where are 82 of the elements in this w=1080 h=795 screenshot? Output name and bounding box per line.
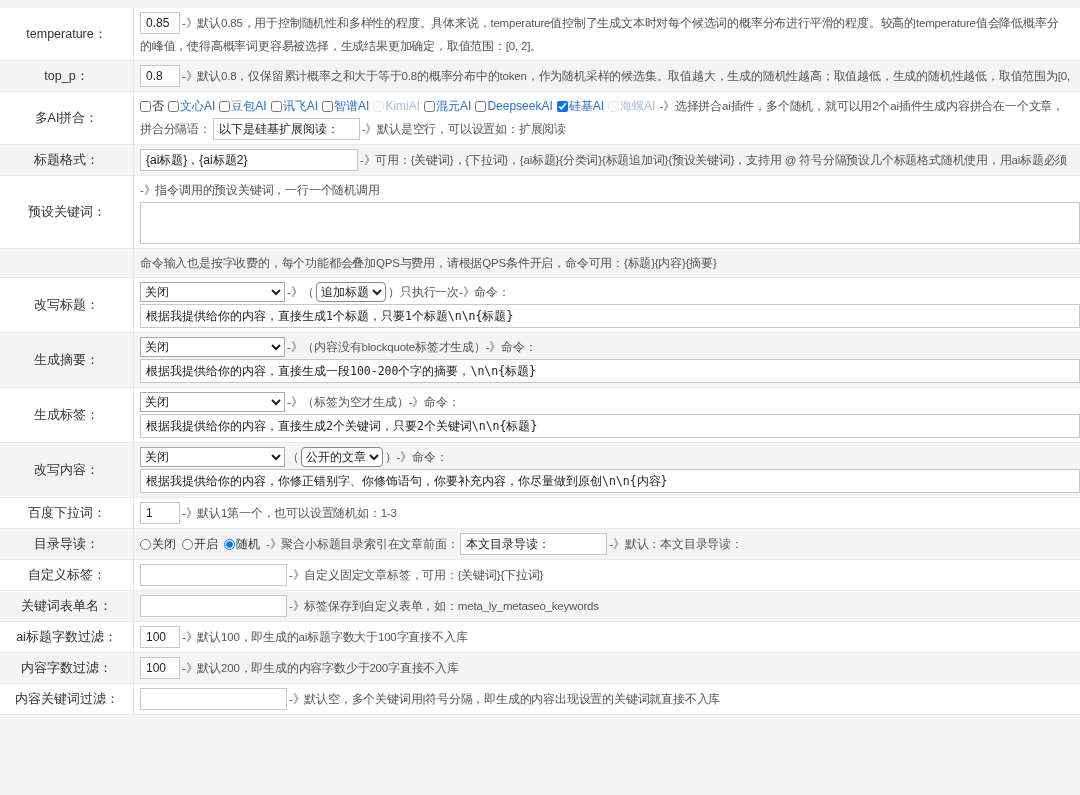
command-field[interactable]: 根据我提供给你的内容，直接生成1个标题，只要1个标题\n\n{标题} xyxy=(140,304,1080,328)
checkbox[interactable] xyxy=(270,100,282,112)
field-label: top_p： xyxy=(44,67,89,85)
text-field[interactable]: {ai标题}，{ai标题2} xyxy=(140,149,358,171)
field-label: 生成标签： xyxy=(34,406,99,424)
option-link[interactable]: 智谱AI xyxy=(334,97,370,115)
field-label: 关键词表单名： xyxy=(21,597,112,615)
field-label: 多AI拼合： xyxy=(34,109,99,127)
hint-text: -》可用：{关键词}，{下拉词}，{ai标题}{分类词}{标题追加词}{预设关键词}，支持用 @ 符号分隔预设几个标题格式随机使用，用ai标题必须 xyxy=(360,152,1068,168)
hint-text: （ xyxy=(287,449,299,465)
command-field[interactable]: 根据我提供给你的内容，你修正错别字、你修饰语句，你要补充内容，你尽量做到原创\n\n{内容} xyxy=(140,469,1080,493)
text-field[interactable]: 0.8 xyxy=(140,65,180,87)
hint-text: -》（ xyxy=(287,284,315,300)
hint-text: -》默认是空行，可以设置如：扩展阅读 xyxy=(361,121,567,137)
dropdown[interactable]: 关闭 xyxy=(140,337,285,357)
field-label: 内容关键词过滤： xyxy=(14,690,119,708)
dropdown[interactable]: 关闭 xyxy=(140,282,285,302)
field-label: 标题格式： xyxy=(34,151,99,169)
option-link[interactable]: 硅基AI xyxy=(568,97,605,115)
dropdown[interactable]: 关闭 xyxy=(140,392,285,412)
hint-text: -》（内容没有blockquote标签才生成）-》命令： xyxy=(287,339,537,355)
radio-button[interactable] xyxy=(182,538,193,550)
hint-text: -》选择拼合ai插件，多个随机，就可以用2个ai插件生成内容拼合在一个文章， xyxy=(659,98,1064,114)
hint-text: -》（标签为空才生成）-》命令： xyxy=(287,394,460,410)
option-link[interactable]: 混元AI xyxy=(436,97,472,115)
option-label[interactable]: 随机 xyxy=(236,535,260,553)
hint-text: ）-》命令： xyxy=(384,449,448,465)
radio-button[interactable] xyxy=(140,538,151,550)
hint-text: -》指令调用的预设关键词，一行一个随机调用 xyxy=(140,182,380,198)
option-label[interactable]: 开启 xyxy=(194,535,218,553)
text-field[interactable]: 以下是硅基扩展阅读： xyxy=(212,118,360,140)
option-link[interactable]: 讯飞AI xyxy=(282,97,319,115)
hint-text: -》默认200，即生成的内容字数少于200字直接不入库 xyxy=(182,660,459,676)
text-field[interactable]: 100 xyxy=(140,626,180,648)
field-label: 内容字数过滤： xyxy=(21,659,112,677)
hint-text: -》聚合小标题目录索引在文章前面： xyxy=(266,536,459,552)
option-link[interactable]: DeepseekAI xyxy=(487,99,553,113)
text-field[interactable]: 本文目录导读： xyxy=(460,533,608,555)
hint-text: -》默认1第一个，也可以设置随机如：1-3 xyxy=(182,505,397,521)
hint-text: -》默认100，即生成的ai标题字数大于100字直接不入库 xyxy=(182,629,468,645)
text-field[interactable]: 100 xyxy=(140,657,180,679)
text-field[interactable]: 1 xyxy=(140,502,180,524)
hint-text: ）只执行一次-》命令： xyxy=(388,284,510,300)
text-field[interactable] xyxy=(140,688,287,710)
field-label: 预设关键词： xyxy=(27,203,106,221)
field-label: temperature： xyxy=(26,25,107,43)
hint-text: 命令输入也是按字收费的，每个功能都会叠加QPS与费用，请根据QPS条件开启，命令可用：{标题}{内容}{摘要} xyxy=(140,255,717,271)
command-field[interactable]: 根据我提供给你的内容，直接生成一段100-200个字的摘要，\n\n{标题} xyxy=(140,359,1080,383)
dropdown[interactable]: 公开的文章 xyxy=(300,447,383,467)
hint-text: -》默认0.85，用于控制随机性和多样性的程度。具体来说，temperature值控制了生成文本时对每个候选词的概率分布进行平滑的程度。较高的temperature值会降低概率分 xyxy=(182,15,1059,31)
checkbox[interactable] xyxy=(556,100,568,112)
field-label: 自定义标签： xyxy=(27,566,106,584)
field-label: 目录导读： xyxy=(34,535,99,553)
radio-button[interactable] xyxy=(224,538,235,550)
command-field[interactable]: 根据我提供给你的内容，直接生成2个关键词，只要2个关键词\n\n{标题} xyxy=(140,414,1080,438)
checkbox[interactable] xyxy=(219,100,231,112)
hint-text: -》标签保存到自定义表单，如：meta_ly_metaseo_keywords xyxy=(289,598,599,614)
field-label: 改写内容： xyxy=(34,461,99,479)
field-label: 百度下拉词： xyxy=(27,504,106,522)
checkbox[interactable] xyxy=(322,100,334,112)
option-label[interactable]: 关闭 xyxy=(152,535,176,553)
text-field[interactable]: 0.85 xyxy=(140,12,180,34)
hint-text: 的峰值，使得高概率词更容易被选择，生成结果更加确定，取值范围：[0, 2]。 xyxy=(140,38,542,54)
hint-text: -》自定义固定文章标签，可用：{关键词}{下拉词} xyxy=(289,567,544,583)
dropdown[interactable]: 关闭 xyxy=(140,447,285,467)
hint-text: -》默认空，多个关键词用|符号分隔，即生成的内容出现设置的关键词就直接不入库 xyxy=(289,691,721,707)
dropdown[interactable]: 追加标题 xyxy=(316,282,387,302)
field-label: ai标题字数过滤： xyxy=(16,628,117,646)
option-label[interactable]: 否 xyxy=(152,97,164,115)
hint-text: 拼合分隔语： xyxy=(140,121,211,137)
hint-text: -》默认：本文目录导读： xyxy=(609,536,743,552)
checkbox[interactable] xyxy=(140,100,151,112)
text-field[interactable] xyxy=(140,595,287,617)
text-field[interactable] xyxy=(140,564,287,586)
checkbox[interactable] xyxy=(424,100,436,112)
option-link[interactable]: 豆包AI xyxy=(231,97,267,115)
checkbox[interactable] xyxy=(475,100,487,112)
option-link[interactable]: 文心AI xyxy=(180,97,216,115)
hint-text: -》默认0.8，仅保留累计概率之和大于等于0.8的概率分布中的token，作为随机采样的候选集。取值越大，生成的随机性越高；取值越低，生成的随机性越低，取值范围为[0, xyxy=(182,68,1070,84)
field-label: 生成摘要： xyxy=(34,351,99,369)
field-label: 改写标题： xyxy=(34,296,99,314)
checkbox[interactable] xyxy=(168,100,179,112)
